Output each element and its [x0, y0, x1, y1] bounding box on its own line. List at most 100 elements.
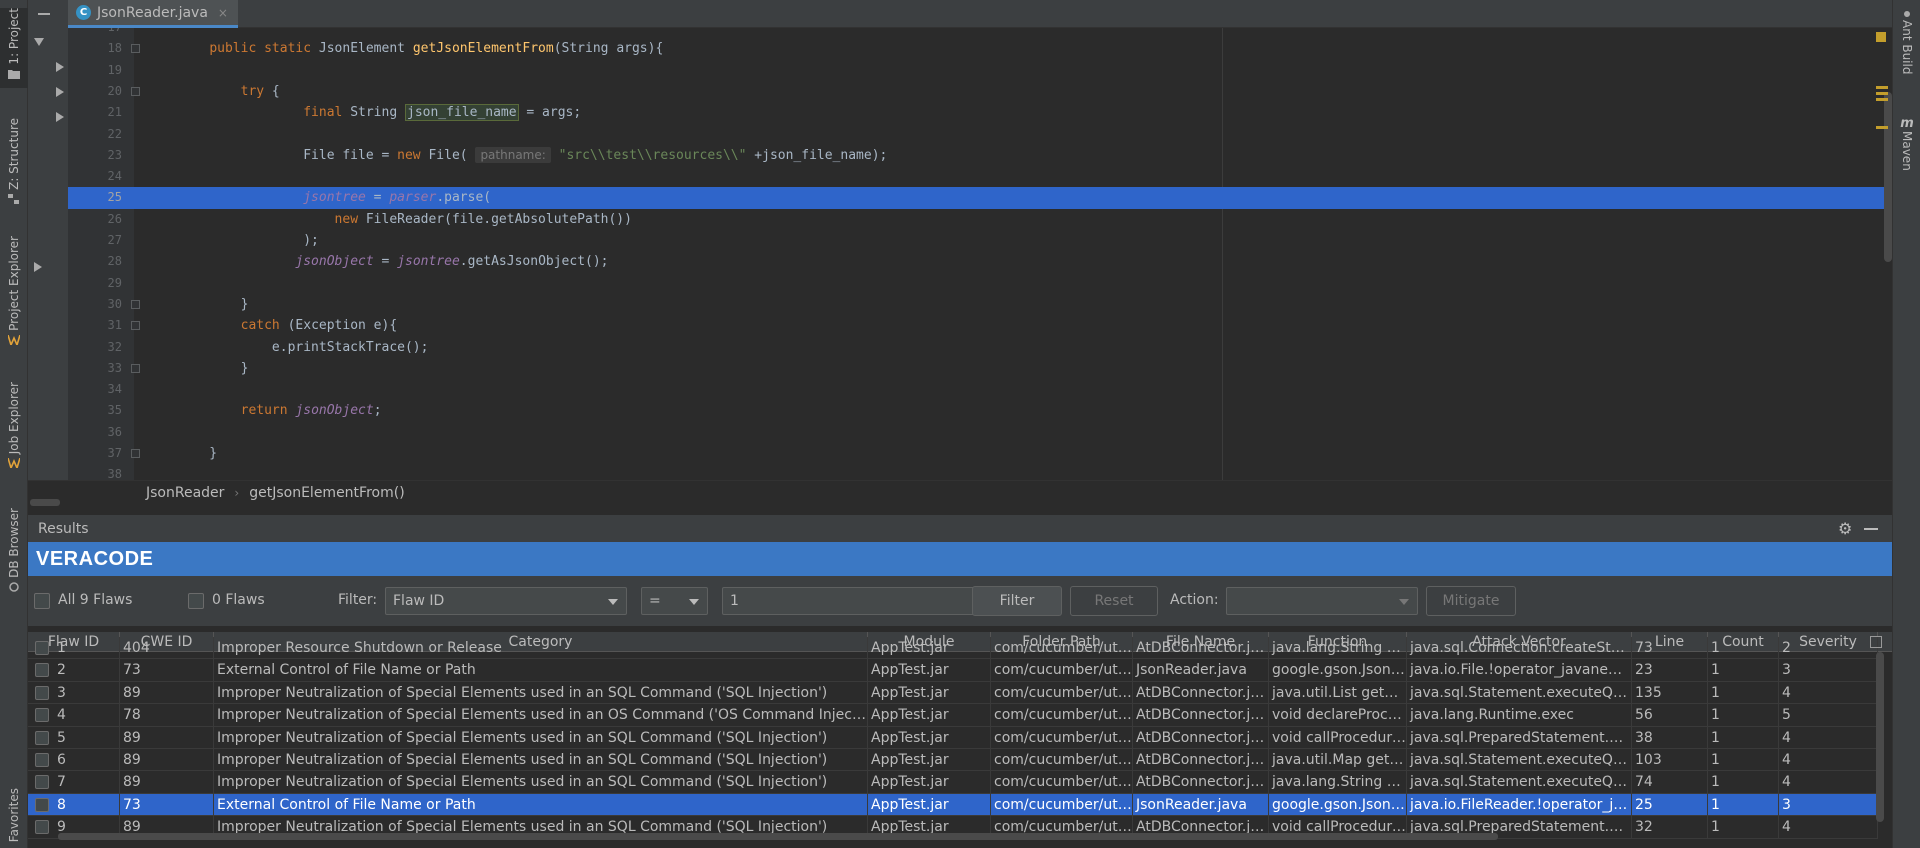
- line-number[interactable]: 20: [68, 81, 122, 102]
- filter-field-select[interactable]: Flaw ID: [385, 587, 627, 615]
- table-row[interactable]: 3 89 Improper Neutralization of Special El…: [28, 681, 1878, 705]
- mitigate-button[interactable]: Mitigate: [1426, 586, 1516, 616]
- row-checkbox[interactable]: [35, 820, 49, 835]
- line-number[interactable]: 38: [68, 464, 122, 480]
- row-checkbox[interactable]: [35, 753, 49, 767]
- table-row[interactable]: 1 404 Improper Resource Shutdown or Releas…: [28, 637, 1878, 660]
- code-line[interactable]: 37 }: [68, 443, 1892, 464]
- row-checkbox[interactable]: [35, 797, 49, 812]
- code-text[interactable]: jsonObject = jsontree.getAsJsonObject();: [178, 251, 608, 272]
- table-row[interactable]: 6 89 Improper Neutralization of Special El…: [28, 749, 1878, 772]
- line-number[interactable]: 32: [68, 337, 122, 358]
- row-checkbox[interactable]: [35, 685, 49, 700]
- filter-operator-select[interactable]: =: [641, 587, 708, 615]
- code-line[interactable]: 30 }: [68, 294, 1892, 315]
- line-number[interactable]: 28: [68, 251, 122, 272]
- tab-favorites[interactable]: Favorites: [0, 788, 28, 848]
- code-line[interactable]: 32 e.printStackTrace();: [68, 337, 1892, 358]
- tree-collapse-icon[interactable]: [34, 262, 42, 272]
- fold-marker-icon[interactable]: [131, 363, 140, 373]
- all-flaws-checkbox[interactable]: [34, 593, 50, 609]
- code-text[interactable]: catch (Exception e){: [178, 315, 398, 336]
- code-text[interactable]: try {: [178, 81, 280, 102]
- line-number[interactable]: 33: [68, 358, 122, 379]
- code-line[interactable]: 23 File file = new File( pathname: "src\…: [68, 145, 1892, 166]
- action-select[interactable]: [1226, 587, 1418, 615]
- fold-marker-icon[interactable]: [131, 44, 140, 54]
- code-line[interactable]: 18 public static JsonElement getJsonElem…: [68, 38, 1892, 59]
- line-number[interactable]: 18: [68, 38, 122, 59]
- line-number[interactable]: 27: [68, 230, 122, 251]
- row-checkbox[interactable]: [35, 663, 49, 678]
- line-number[interactable]: 19: [68, 60, 122, 81]
- tab-structure[interactable]: Z: Structure: [0, 118, 28, 208]
- line-number[interactable]: 21: [68, 102, 122, 123]
- line-number[interactable]: 24: [68, 166, 122, 187]
- hide-panel-icon[interactable]: [1864, 528, 1878, 530]
- code-line[interactable]: 38: [68, 464, 1892, 480]
- code-line[interactable]: 19: [68, 60, 1892, 81]
- code-line[interactable]: 17: [68, 28, 1892, 38]
- row-checkbox[interactable]: [35, 730, 49, 745]
- warning-marker[interactable]: [1876, 98, 1888, 101]
- code-line[interactable]: 35 return jsonObject;: [68, 400, 1892, 421]
- code-text[interactable]: );: [178, 230, 319, 251]
- code-text[interactable]: }: [178, 294, 249, 315]
- warning-marker[interactable]: [1876, 86, 1888, 89]
- filter-button[interactable]: Filter: [972, 586, 1062, 616]
- tab-ant-build[interactable]: Ant Build: [1893, 8, 1920, 88]
- warning-marker[interactable]: [1876, 92, 1888, 95]
- code-line[interactable]: 24: [68, 166, 1892, 187]
- line-number[interactable]: 30: [68, 294, 122, 315]
- line-number[interactable]: 25: [68, 187, 122, 208]
- column-settings-icon[interactable]: [1870, 636, 1882, 648]
- row-checkbox[interactable]: [35, 708, 49, 723]
- code-line[interactable]: 20 try {: [68, 81, 1892, 102]
- code-text[interactable]: return jsonObject;: [178, 400, 382, 421]
- line-number[interactable]: 36: [68, 422, 122, 443]
- tree-collapse-icon[interactable]: [56, 87, 64, 97]
- line-number[interactable]: 17: [68, 28, 122, 38]
- editor-horizontal-scrollbar[interactable]: [30, 499, 60, 506]
- code-line[interactable]: 36: [68, 422, 1892, 443]
- breadcrumb-class[interactable]: JsonReader: [146, 485, 224, 501]
- code-line[interactable]: 25 jsontree = parser.parse(: [68, 187, 1892, 209]
- code-line[interactable]: 29: [68, 273, 1892, 294]
- tree-expand-icon[interactable]: [34, 38, 44, 46]
- fold-marker-icon[interactable]: [131, 321, 140, 331]
- table-row[interactable]: 7 89 Improper Neutralization of Special El…: [28, 771, 1878, 794]
- tab-db-browser[interactable]: DB Browser: [0, 508, 28, 598]
- table-vertical-scrollbar[interactable]: [1876, 652, 1884, 822]
- line-number[interactable]: 31: [68, 315, 122, 336]
- tab-project[interactable]: 1: Project: [0, 8, 28, 88]
- line-number[interactable]: 35: [68, 400, 122, 421]
- gear-icon[interactable]: ⚙: [1838, 521, 1854, 537]
- reset-button[interactable]: Reset: [1070, 586, 1158, 616]
- code-editor[interactable]: 1718 public static JsonElement getJsonEl…: [68, 28, 1892, 480]
- line-number[interactable]: 29: [68, 273, 122, 294]
- line-number[interactable]: 26: [68, 209, 122, 230]
- code-line[interactable]: 31 catch (Exception e){: [68, 315, 1892, 336]
- code-line[interactable]: 27 );: [68, 230, 1892, 251]
- warning-marker[interactable]: [1876, 126, 1888, 129]
- table-row[interactable]: 4 78 Improper Neutralization of Special El…: [28, 704, 1878, 727]
- warning-stripe-icon[interactable]: [1876, 32, 1886, 42]
- close-icon[interactable]: ×: [218, 6, 228, 20]
- fold-marker-icon[interactable]: [131, 86, 140, 96]
- tab-job-explorer[interactable]: Job Explorer: [0, 382, 28, 482]
- line-number[interactable]: 34: [68, 379, 122, 400]
- code-text[interactable]: e.printStackTrace();: [178, 337, 429, 358]
- breadcrumb-method[interactable]: getJsonElementFrom(): [249, 485, 404, 501]
- tab-jsonreader[interactable]: C JsonReader.java ×: [68, 0, 238, 28]
- code-text[interactable]: final String json_file_name = args;: [178, 102, 581, 123]
- line-number[interactable]: 37: [68, 443, 122, 464]
- tab-project-explorer[interactable]: Project Explorer: [0, 236, 28, 356]
- code-text[interactable]: }: [178, 358, 249, 379]
- fold-marker-icon[interactable]: [131, 299, 140, 309]
- table-row[interactable]: 2 73 External Control of File Name or Path…: [28, 659, 1878, 682]
- zero-flaws-checkbox[interactable]: [188, 593, 204, 609]
- code-text[interactable]: new FileReader(file.getAbsolutePath()): [178, 209, 632, 230]
- tab-maven[interactable]: m Maven: [1893, 116, 1920, 186]
- code-text[interactable]: jsontree = parser.parse(: [178, 187, 491, 208]
- line-number[interactable]: 23: [68, 145, 122, 166]
